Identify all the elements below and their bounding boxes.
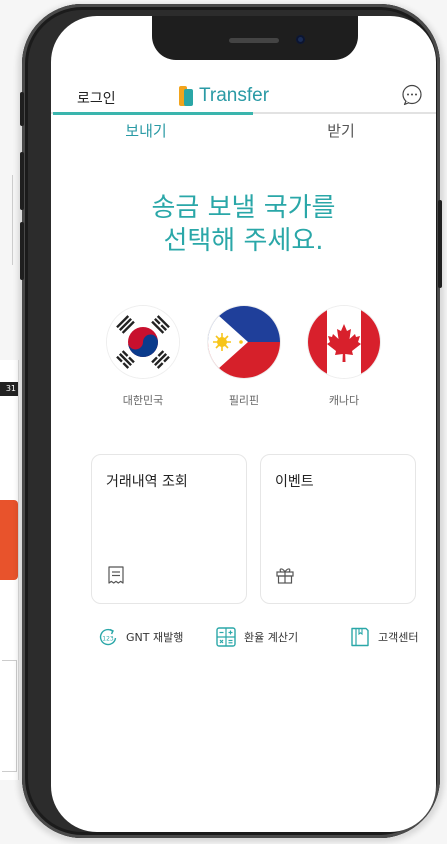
gift-icon xyxy=(276,568,294,584)
tab-bar: 보내기 받기 xyxy=(51,112,436,150)
gnt-reissue-link[interactable]: 123 GNT 재발행 xyxy=(97,626,183,648)
volume-down-button xyxy=(20,222,24,280)
front-camera xyxy=(296,35,305,44)
country-name-philippines: 필리핀 xyxy=(228,394,260,407)
phone-frame: 로그인 Transfer 보내기 받기 송금 보낼 국가를 선택해 주세요. 대… xyxy=(20,4,442,838)
exchange-calculator-label: 환율 계산기 xyxy=(244,631,299,644)
mute-switch xyxy=(20,92,24,126)
card-title-event: 이벤트 xyxy=(275,474,314,490)
chat-icon[interactable] xyxy=(401,84,423,106)
transaction-history-card[interactable]: 거래내역 조회 xyxy=(91,454,247,604)
country-canada[interactable]: 캐나다 xyxy=(294,306,394,408)
quick-links: 123 GNT 재발행 환율 계산기 고객센터 xyxy=(51,626,436,652)
country-philippines[interactable]: 필리핀 xyxy=(194,306,294,408)
korea-flag-icon xyxy=(107,306,179,378)
app-header: 로그인 Transfer xyxy=(51,76,436,116)
background-badge: 31 xyxy=(0,382,18,396)
headline-line-1: 송금 보낼 국가를 xyxy=(151,193,336,223)
tab-send[interactable]: 보내기 xyxy=(51,120,241,141)
background-box xyxy=(2,660,17,772)
page-headline: 송금 보낼 국가를 선택해 주세요. xyxy=(51,192,436,258)
reissue-icon: 123 xyxy=(99,628,117,646)
logo-mark-icon xyxy=(179,86,193,106)
volume-up-button xyxy=(20,152,24,210)
headline-line-2: 선택해 주세요. xyxy=(163,226,324,256)
customer-center-label: 고객센터 xyxy=(378,631,419,644)
app-screen: 로그인 Transfer 보내기 받기 송금 보낼 국가를 선택해 주세요. 대… xyxy=(51,16,436,832)
exchange-calculator-link[interactable]: 환율 계산기 xyxy=(215,626,298,648)
country-name-canada: 캐나다 xyxy=(328,394,360,407)
app-logo: Transfer xyxy=(179,85,269,107)
tab-receive[interactable]: 받기 xyxy=(246,120,436,141)
power-button xyxy=(438,200,442,288)
login-link[interactable]: 로그인 xyxy=(77,88,116,108)
tab-active-indicator xyxy=(53,112,253,115)
background-divider xyxy=(0,175,13,265)
card-title-transaction-history: 거래내역 조회 xyxy=(106,474,188,490)
canada-flag-icon xyxy=(308,306,380,378)
customer-center-link[interactable]: 고객센터 xyxy=(349,626,418,648)
calculator-icon xyxy=(216,627,236,647)
speaker-grille xyxy=(229,38,279,43)
gnt-reissue-label: GNT 재발행 xyxy=(126,631,184,644)
receipt-icon xyxy=(108,566,124,584)
book-icon xyxy=(351,627,369,647)
background-window: 31 xyxy=(0,360,19,780)
notch xyxy=(152,16,358,60)
logo-text: Transfer xyxy=(199,85,270,106)
svg-text:123: 123 xyxy=(102,636,114,643)
country-korea[interactable]: 대한민국 xyxy=(93,306,193,408)
philippines-flag-icon xyxy=(208,306,280,378)
event-card[interactable]: 이벤트 xyxy=(260,454,416,604)
background-red-block xyxy=(0,500,18,580)
country-name-korea: 대한민국 xyxy=(122,394,164,407)
